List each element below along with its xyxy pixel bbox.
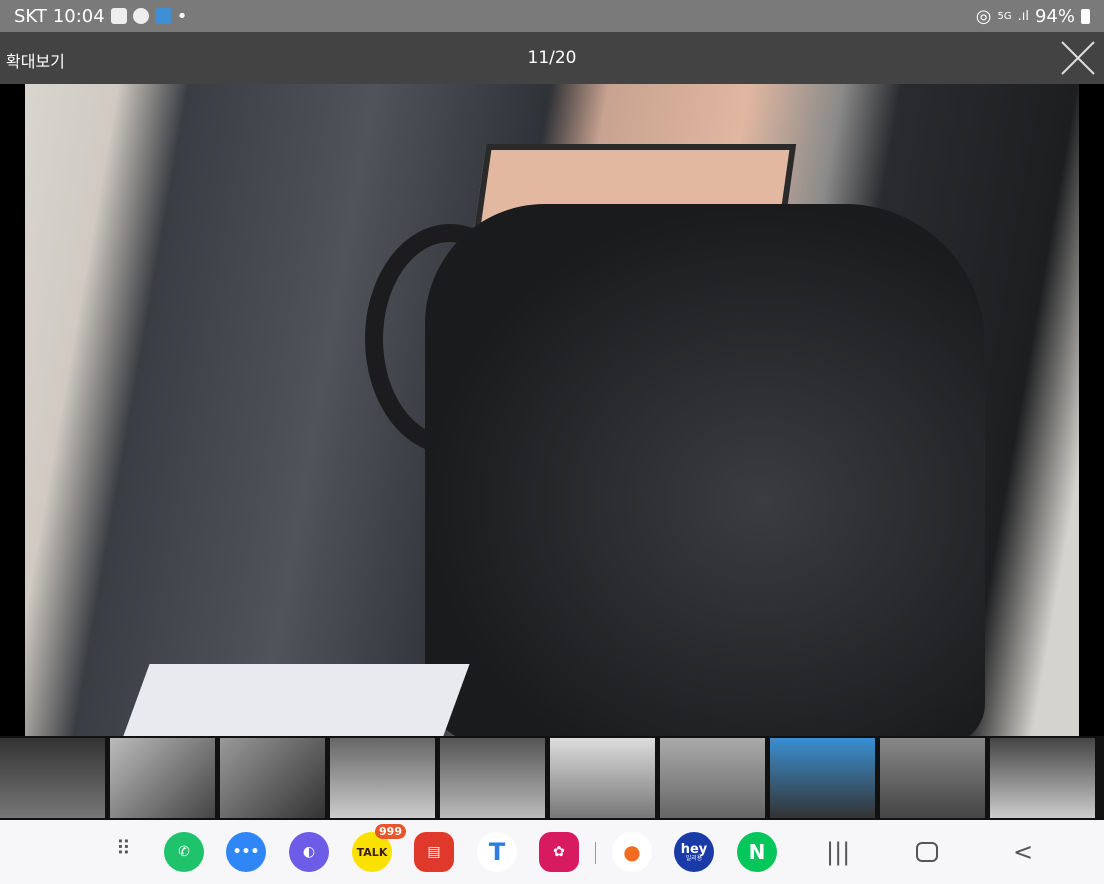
flower-app-icon[interactable]: ✿	[539, 832, 579, 872]
kakaotalk-icon	[132, 8, 149, 24]
dot-icon: •	[176, 5, 188, 27]
car-interior-photo[interactable]	[25, 84, 1079, 736]
thumbnail[interactable]	[770, 738, 875, 818]
thumbnail[interactable]	[330, 738, 435, 818]
notes-app-icon[interactable]: ▤	[414, 832, 454, 872]
t-app-icon[interactable]: T	[477, 832, 517, 872]
app-icon	[154, 8, 171, 24]
messages-app-icon[interactable]: •••	[226, 832, 266, 872]
status-bar: SKT 10:04 • ◎ 5G .ıl 94%	[0, 0, 1104, 32]
thumbnail[interactable]	[990, 738, 1095, 818]
viewer-header: 확대보기 11/20	[0, 32, 1104, 84]
photo-floor-mat	[120, 664, 470, 736]
image-viewer[interactable]: 확대보기 11/20	[0, 32, 1104, 820]
recents-button[interactable]: |||	[826, 838, 850, 866]
image-counter: 11/20	[527, 48, 577, 68]
kakaotalk-app-icon[interactable]: TALK 999	[352, 824, 406, 872]
battery-icon	[1081, 8, 1090, 24]
gallery-icon	[110, 8, 127, 24]
thumbnail[interactable]	[550, 738, 655, 818]
back-button[interactable]: <	[1013, 838, 1033, 866]
signal-icon: .ıl	[1017, 8, 1029, 24]
taskbar: ⠿ ✆ ••• ◐ TALK 999 ▤ T ✿ ● hey 일리용 N ||| <	[0, 820, 1104, 884]
carrier: SKT	[14, 5, 47, 27]
thumbnail[interactable]	[440, 738, 545, 818]
carrot-app-icon[interactable]: ●	[612, 832, 652, 872]
naver-app-icon[interactable]: N	[737, 832, 777, 872]
thumbnail[interactable]	[220, 738, 325, 818]
close-icon[interactable]	[1058, 38, 1098, 78]
photo-seat	[425, 204, 985, 736]
battery-level: 94%	[1034, 5, 1075, 27]
internet-app-icon[interactable]: ◐	[289, 832, 329, 872]
hey-app-icon[interactable]: hey 일리용	[674, 832, 714, 872]
divider	[595, 842, 596, 864]
notification-badge: 999	[375, 824, 406, 839]
thumbnail[interactable]	[0, 738, 105, 818]
phone-app-icon[interactable]: ✆	[164, 832, 204, 872]
network-type: 5G	[997, 10, 1012, 22]
home-button[interactable]	[916, 842, 938, 862]
thumbnail[interactable]	[880, 738, 985, 818]
hotspot-icon: ◎	[975, 5, 992, 27]
thumbnail-strip[interactable]	[0, 736, 1104, 820]
thumbnail[interactable]	[660, 738, 765, 818]
app-drawer-icon[interactable]: ⠿	[116, 836, 131, 860]
clock: 10:04	[52, 5, 105, 27]
thumbnail[interactable]	[110, 738, 215, 818]
